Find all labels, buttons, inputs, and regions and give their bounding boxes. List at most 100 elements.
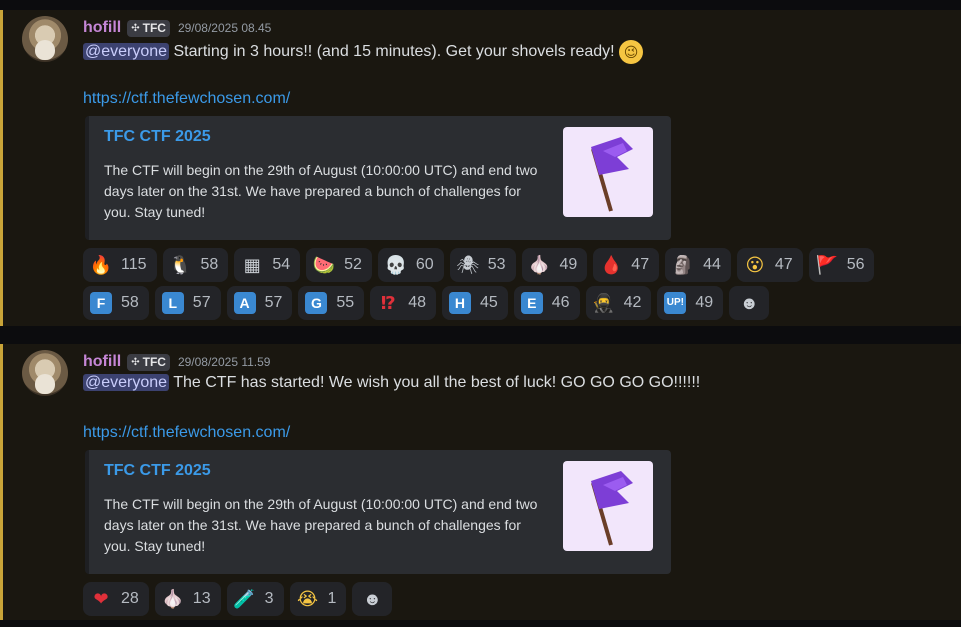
embed-title[interactable]: TFC CTF 2025: [104, 128, 211, 146]
reaction-count: 47: [774, 256, 793, 273]
embed-thumbnail[interactable]: [563, 127, 653, 217]
letter-g-icon: G: [305, 292, 328, 314]
message-content: @everyone Starting in 3 hours!! (and 15 …: [83, 40, 644, 64]
server-tag[interactable]: ✣ TFC: [127, 19, 170, 37]
spider-icon: 🕷: [456, 255, 480, 275]
add-reaction-button[interactable]: ☻: [352, 582, 393, 616]
reaction-count: 53: [487, 256, 506, 273]
message-2: hofill ✣ TFC 29/08/2025 11.59 @everyone …: [0, 344, 961, 620]
username[interactable]: hofill: [83, 19, 121, 37]
tag-emblem-icon: ✣: [131, 356, 140, 368]
reactions-row-2: F 58 L 57 A 57 G 55 ⁉ 48 H 45 E 46 🥷 42 UP! 49 ☻: [83, 286, 770, 320]
reaction-watermelon[interactable]: 🍉 52: [306, 248, 372, 282]
message-link[interactable]: https://ctf.thefewchosen.com/: [83, 424, 290, 442]
message-link[interactable]: https://ctf.thefewchosen.com/: [83, 90, 290, 108]
everyone-mention[interactable]: @everyone: [83, 43, 170, 61]
server-tag-label: TFC: [142, 21, 166, 35]
reaction-triangular-flag[interactable]: 🚩 56: [808, 248, 875, 282]
reaction-count: 44: [703, 256, 721, 273]
message-1: hofill ✣ TFC 29/08/2025 08.45 @everyone …: [0, 10, 961, 326]
reaction-count: 57: [264, 294, 283, 311]
reaction-fire[interactable]: 🔥 115: [83, 248, 157, 282]
timestamp[interactable]: 29/08/2025 11.59: [178, 355, 271, 369]
purple-flag-icon: [591, 471, 633, 546]
reaction-count: 54: [272, 256, 291, 273]
add-reaction-button[interactable]: ☻: [729, 286, 770, 320]
message-header: hofill ✣ TFC 29/08/2025 11.59: [83, 352, 270, 372]
reactions-row-1: 🔥 115 🐧 58 ▦ 54 🍉 52 💀 60 🕷 53 🧄 49 🩸 47 🗿 44 😮 47…: [83, 248, 875, 282]
reaction-up-button[interactable]: UP! 49: [657, 286, 724, 320]
reaction-letter-f[interactable]: F 58: [83, 286, 149, 320]
reaction-count: 58: [200, 256, 219, 273]
potion-bottle-icon: 🧪: [233, 589, 256, 609]
reaction-letter-e[interactable]: E 46: [513, 286, 580, 320]
reaction-count: 115: [121, 256, 147, 273]
server-tag[interactable]: ✣ TFC: [127, 353, 170, 371]
reaction-red-heart[interactable]: ❤ 28: [83, 582, 149, 616]
reaction-letter-a[interactable]: A 57: [226, 286, 293, 320]
letter-e-icon: E: [520, 292, 543, 314]
reaction-count: 13: [192, 590, 211, 607]
reaction-letter-g[interactable]: G 55: [298, 286, 365, 320]
reaction-garlic[interactable]: 🧄 13: [154, 582, 221, 616]
watermelon-icon: 🍉: [312, 255, 336, 275]
reaction-count: 56: [846, 256, 865, 273]
reaction-drop-of-blood[interactable]: 🩸 47: [593, 248, 660, 282]
interrobang-icon: ⁉: [380, 293, 396, 313]
message-content: @everyone The CTF has started! We wish y…: [83, 374, 700, 392]
reaction-letter-h[interactable]: H 45: [441, 286, 508, 320]
reaction-interrobang[interactable]: ⁉ 48: [370, 286, 436, 320]
letter-f-icon: F: [90, 292, 112, 314]
reaction-count: 57: [192, 294, 211, 311]
message-text: Starting in 3 hours!! (and 15 minutes). …: [169, 43, 615, 61]
fire-icon: 🔥: [89, 255, 113, 275]
up-button-icon: UP!: [664, 292, 687, 314]
reaction-garlic[interactable]: 🧄 49: [521, 248, 588, 282]
reaction-count: 52: [344, 256, 362, 273]
garlic-icon: 🧄: [161, 589, 184, 609]
reaction-potion-bottle[interactable]: 🧪 3: [226, 582, 284, 616]
ninja-icon: 🥷: [592, 293, 615, 313]
reaction-crying-face[interactable]: 😭 1: [289, 582, 347, 616]
reaction-surprised-face[interactable]: 😮 47: [736, 248, 803, 282]
reaction-count: 3: [264, 590, 274, 607]
skull-icon: 💀: [384, 255, 408, 275]
reaction-count: 60: [415, 256, 434, 273]
reaction-count: 49: [695, 294, 714, 311]
custom-image-icon: ▦: [243, 255, 261, 275]
reaction-letter-l[interactable]: L 57: [154, 286, 221, 320]
penguin-icon: 🐧: [169, 255, 192, 275]
tag-emblem-icon: ✣: [131, 22, 140, 34]
reactions-row-1: ❤ 28 🧄 13 🧪 3 😭 1 ☻: [83, 582, 393, 616]
garlic-icon: 🧄: [528, 255, 551, 275]
reaction-spider[interactable]: 🕷 53: [449, 248, 516, 282]
embed-description: The CTF will begin on the 29th of August…: [104, 162, 538, 220]
letter-a-icon: A: [233, 292, 256, 314]
drop-of-blood-icon: 🩸: [600, 255, 623, 275]
reaction-custom-image[interactable]: ▦ 54: [234, 248, 301, 282]
user-avatar[interactable]: [22, 350, 68, 396]
user-avatar[interactable]: [22, 16, 68, 62]
timestamp[interactable]: 29/08/2025 08.45: [178, 21, 271, 35]
reaction-ninja[interactable]: 🥷 42: [585, 286, 652, 320]
reaction-penguin[interactable]: 🐧 58: [162, 248, 229, 282]
reaction-count: 42: [623, 294, 642, 311]
reaction-count: 28: [121, 590, 139, 607]
letter-l-icon: L: [161, 292, 184, 314]
moai-icon: 🗿: [671, 255, 695, 275]
embed-thumbnail[interactable]: [563, 461, 653, 551]
reaction-count: 58: [121, 294, 139, 311]
add-reaction-smiley-icon: ☻: [739, 293, 759, 313]
message-header: hofill ✣ TFC 29/08/2025 08.45: [83, 18, 271, 38]
link-embed: TFC CTF 2025 The CTF will begin on the 2…: [85, 450, 671, 574]
embed-title[interactable]: TFC CTF 2025: [104, 462, 211, 480]
message-text: The CTF has started! We wish you all the…: [169, 374, 701, 391]
reaction-skull[interactable]: 💀 60: [377, 248, 444, 282]
add-reaction-smiley-icon: ☻: [362, 589, 382, 609]
username[interactable]: hofill: [83, 353, 121, 371]
server-tag-label: TFC: [142, 355, 166, 369]
embed-description: The CTF will begin on the 29th of August…: [104, 496, 538, 554]
everyone-mention[interactable]: @everyone: [83, 374, 170, 391]
reaction-moai[interactable]: 🗿 44: [665, 248, 731, 282]
reaction-count: 49: [559, 256, 578, 273]
